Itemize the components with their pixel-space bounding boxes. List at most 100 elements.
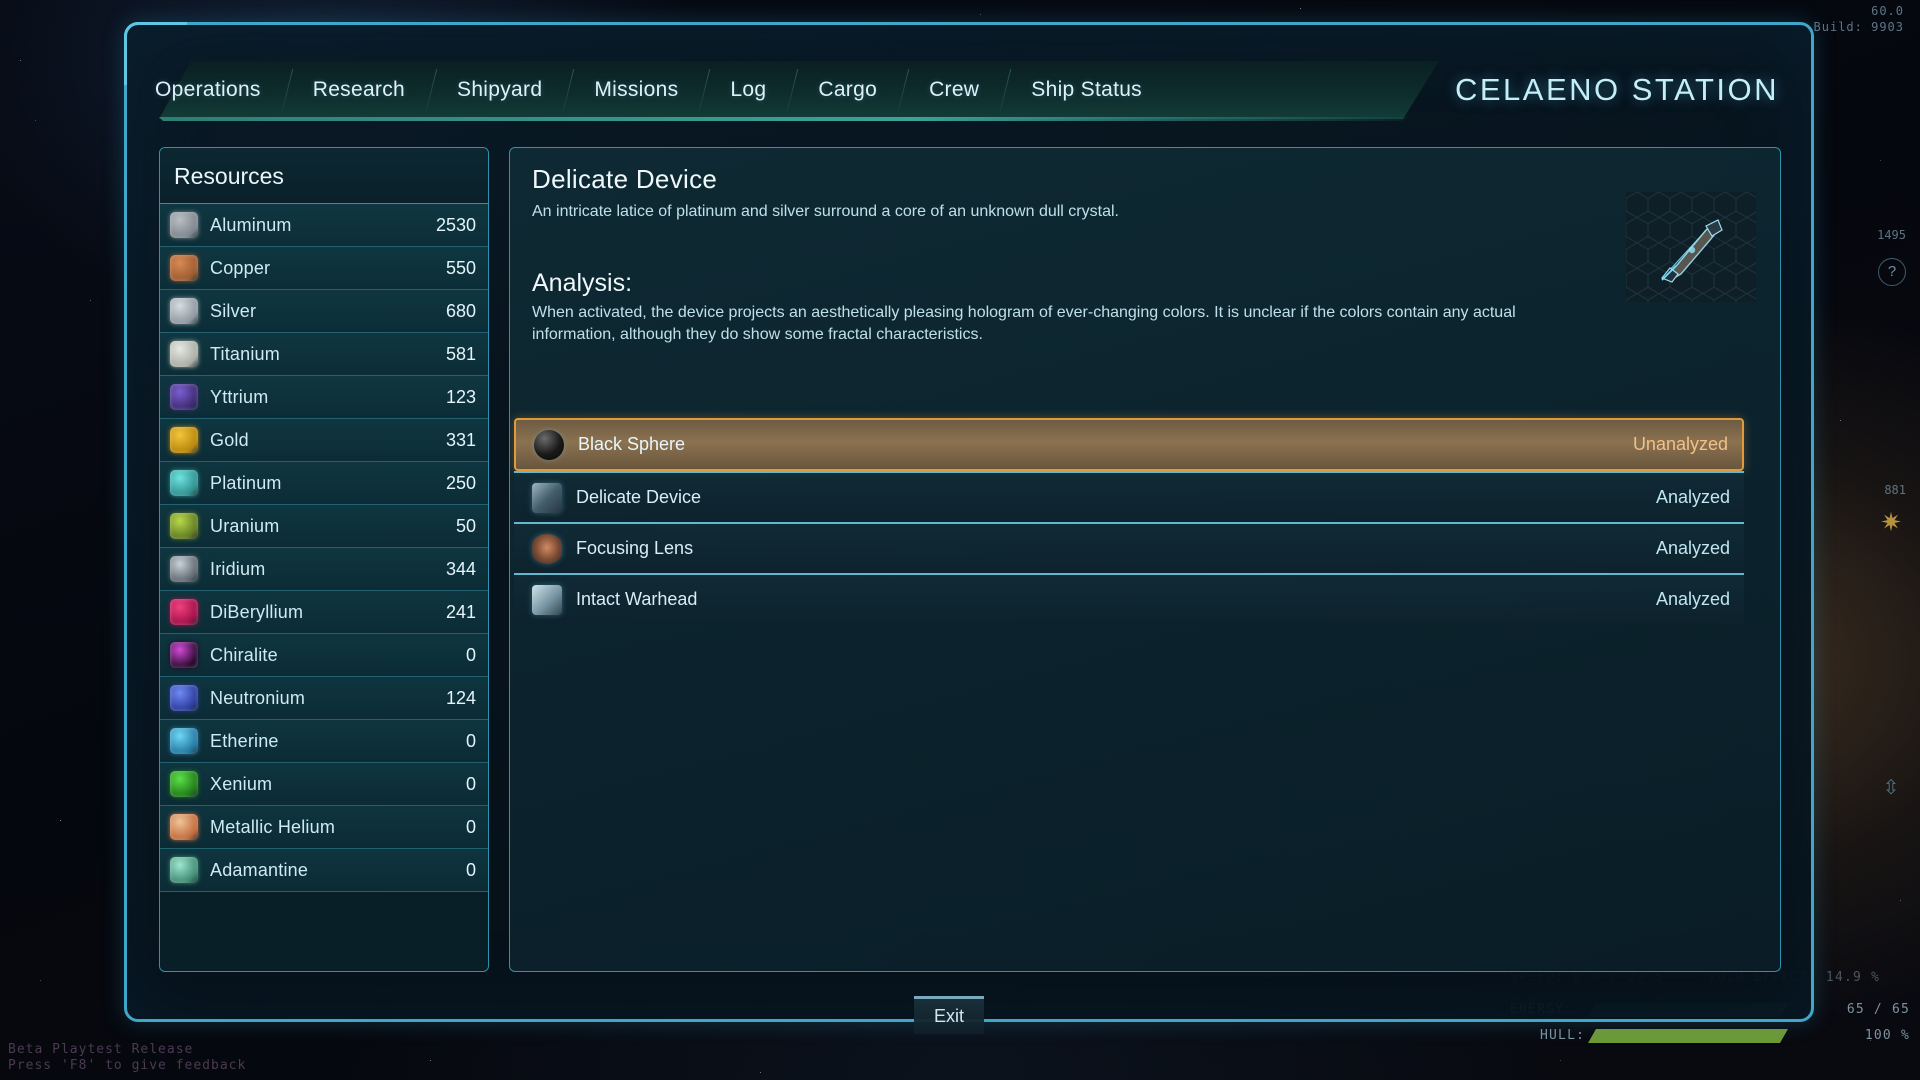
resource-row[interactable]: Iridium 344 xyxy=(160,548,488,591)
artifact-row[interactable]: Focusing Lens Analyzed xyxy=(514,522,1744,573)
resource-value: 331 xyxy=(446,430,476,451)
star xyxy=(1880,160,1881,161)
resource-row[interactable]: Chiralite 0 xyxy=(160,634,488,677)
star xyxy=(430,1060,431,1061)
resource-icon xyxy=(170,814,198,840)
resource-icon xyxy=(170,298,198,324)
resource-name: Adamantine xyxy=(210,860,466,881)
resource-name: Metallic Helium xyxy=(210,817,466,838)
resource-icon xyxy=(170,341,198,367)
nav-item-missions[interactable]: Missions xyxy=(568,61,704,119)
resources-list: Aluminum 2530 Copper 550 Silver 680 Titanium 58… xyxy=(160,204,488,892)
help-icon[interactable]: ? xyxy=(1878,258,1906,286)
compass-icon: ✷ xyxy=(1874,505,1908,539)
resource-value: 0 xyxy=(466,731,476,752)
resource-icon xyxy=(170,556,198,582)
resource-name: Iridium xyxy=(210,559,446,580)
hull-label: HULL: xyxy=(1540,1026,1585,1046)
star xyxy=(40,980,41,981)
resource-name: Aluminum xyxy=(210,215,436,236)
resource-row[interactable]: Aluminum 2530 xyxy=(160,204,488,247)
artifact-name: Delicate Device xyxy=(576,487,1656,508)
resource-name: Uranium xyxy=(210,516,456,537)
resource-row[interactable]: DiBeryllium 241 xyxy=(160,591,488,634)
resource-icon xyxy=(170,771,198,797)
resource-name: Silver xyxy=(210,301,446,322)
black-sphere-icon xyxy=(534,430,564,460)
resource-value: 581 xyxy=(446,344,476,365)
resource-row[interactable]: Titanium 581 xyxy=(160,333,488,376)
nav-item-crew[interactable]: Crew xyxy=(903,61,1005,119)
resources-header: Resources xyxy=(160,148,488,204)
resource-value: 550 xyxy=(446,258,476,279)
artifact-status: Analyzed xyxy=(1656,538,1730,559)
fps-counter: 60.0 xyxy=(1871,4,1904,18)
resource-row[interactable]: Metallic Helium 0 xyxy=(160,806,488,849)
main-navigation: Operations Research Shipyard Missions Log Car… xyxy=(129,61,1813,123)
hull-bar-fill xyxy=(1588,1029,1788,1043)
artifact-row[interactable]: Intact Warhead Analyzed xyxy=(514,573,1744,624)
resource-value: 2530 xyxy=(436,215,476,236)
delicate-device-icon xyxy=(532,483,562,513)
resource-name: DiBeryllium xyxy=(210,602,446,623)
resource-value: 250 xyxy=(446,473,476,494)
star xyxy=(1900,900,1901,901)
resource-icon xyxy=(170,857,198,883)
resource-value: 344 xyxy=(446,559,476,580)
resource-row[interactable]: Gold 331 xyxy=(160,419,488,462)
artifact-thumbnail xyxy=(1626,192,1756,302)
nav-item-operations[interactable]: Operations xyxy=(129,61,287,119)
resource-row[interactable]: Yttrium 123 xyxy=(160,376,488,419)
nav-item-shipyard[interactable]: Shipyard xyxy=(431,61,568,119)
nav-item-log[interactable]: Log xyxy=(704,61,792,119)
resource-icon xyxy=(170,212,198,238)
resource-name: Etherine xyxy=(210,731,466,752)
nav-item-research[interactable]: Research xyxy=(287,61,431,119)
artifact-description: An intricate latice of platinum and silv… xyxy=(532,201,1542,223)
resource-row[interactable]: Etherine 0 xyxy=(160,720,488,763)
analysis-text: When activated, the device projects an a… xyxy=(532,302,1532,346)
resource-row[interactable]: Uranium 50 xyxy=(160,505,488,548)
star xyxy=(980,14,981,15)
resource-value: 0 xyxy=(466,860,476,881)
resource-row[interactable]: Xenium 0 xyxy=(160,763,488,806)
build-number: Build: 9903 xyxy=(1814,20,1904,34)
star xyxy=(35,120,36,121)
resource-row[interactable]: Neutronium 124 xyxy=(160,677,488,720)
artifact-name: Intact Warhead xyxy=(576,589,1656,610)
exit-button[interactable]: Exit xyxy=(914,996,984,1034)
resource-value: 124 xyxy=(446,688,476,709)
dock-icon: ⇳ xyxy=(1878,775,1904,801)
resources-panel: Resources Aluminum 2530 Copper 550 Silver 680… xyxy=(159,147,489,972)
resource-value: 0 xyxy=(466,817,476,838)
resource-value: 0 xyxy=(466,774,476,795)
station-window: Operations Research Shipyard Missions Log Car… xyxy=(124,22,1814,1022)
resource-row[interactable]: Platinum 250 xyxy=(160,462,488,505)
nav-item-ship-status[interactable]: Ship Status xyxy=(1005,61,1168,119)
artifact-row[interactable]: Delicate Device Analyzed xyxy=(514,471,1744,522)
beta-release-label: Beta Playtest Release xyxy=(8,1042,193,1057)
resource-value: 123 xyxy=(446,387,476,408)
resource-name: Copper xyxy=(210,258,446,279)
star xyxy=(60,820,61,821)
nav-item-cargo[interactable]: Cargo xyxy=(792,61,903,119)
resource-name: Platinum xyxy=(210,473,446,494)
resource-name: Yttrium xyxy=(210,387,446,408)
resource-name: Xenium xyxy=(210,774,466,795)
feedback-hint-label: Press 'F8' to give feedback xyxy=(8,1058,246,1073)
resource-name: Neutronium xyxy=(210,688,446,709)
artifact-row[interactable]: Black Sphere Unanalyzed xyxy=(514,418,1744,471)
side-readout-top: 1495 xyxy=(1877,228,1906,242)
focusing-lens-icon xyxy=(532,534,562,564)
page-title: CELAENO STATION xyxy=(1455,61,1779,119)
resource-row[interactable]: Adamantine 0 xyxy=(160,849,488,892)
resource-row[interactable]: Copper 550 xyxy=(160,247,488,290)
resource-value: 50 xyxy=(456,516,476,537)
resource-row[interactable]: Silver 680 xyxy=(160,290,488,333)
artifact-title: Delicate Device xyxy=(532,164,1758,195)
resource-icon xyxy=(170,470,198,496)
energy-value: 65 / 65 xyxy=(1847,1000,1910,1020)
delicate-device-image xyxy=(1648,206,1734,290)
resource-icon xyxy=(170,642,198,668)
resource-icon xyxy=(170,255,198,281)
